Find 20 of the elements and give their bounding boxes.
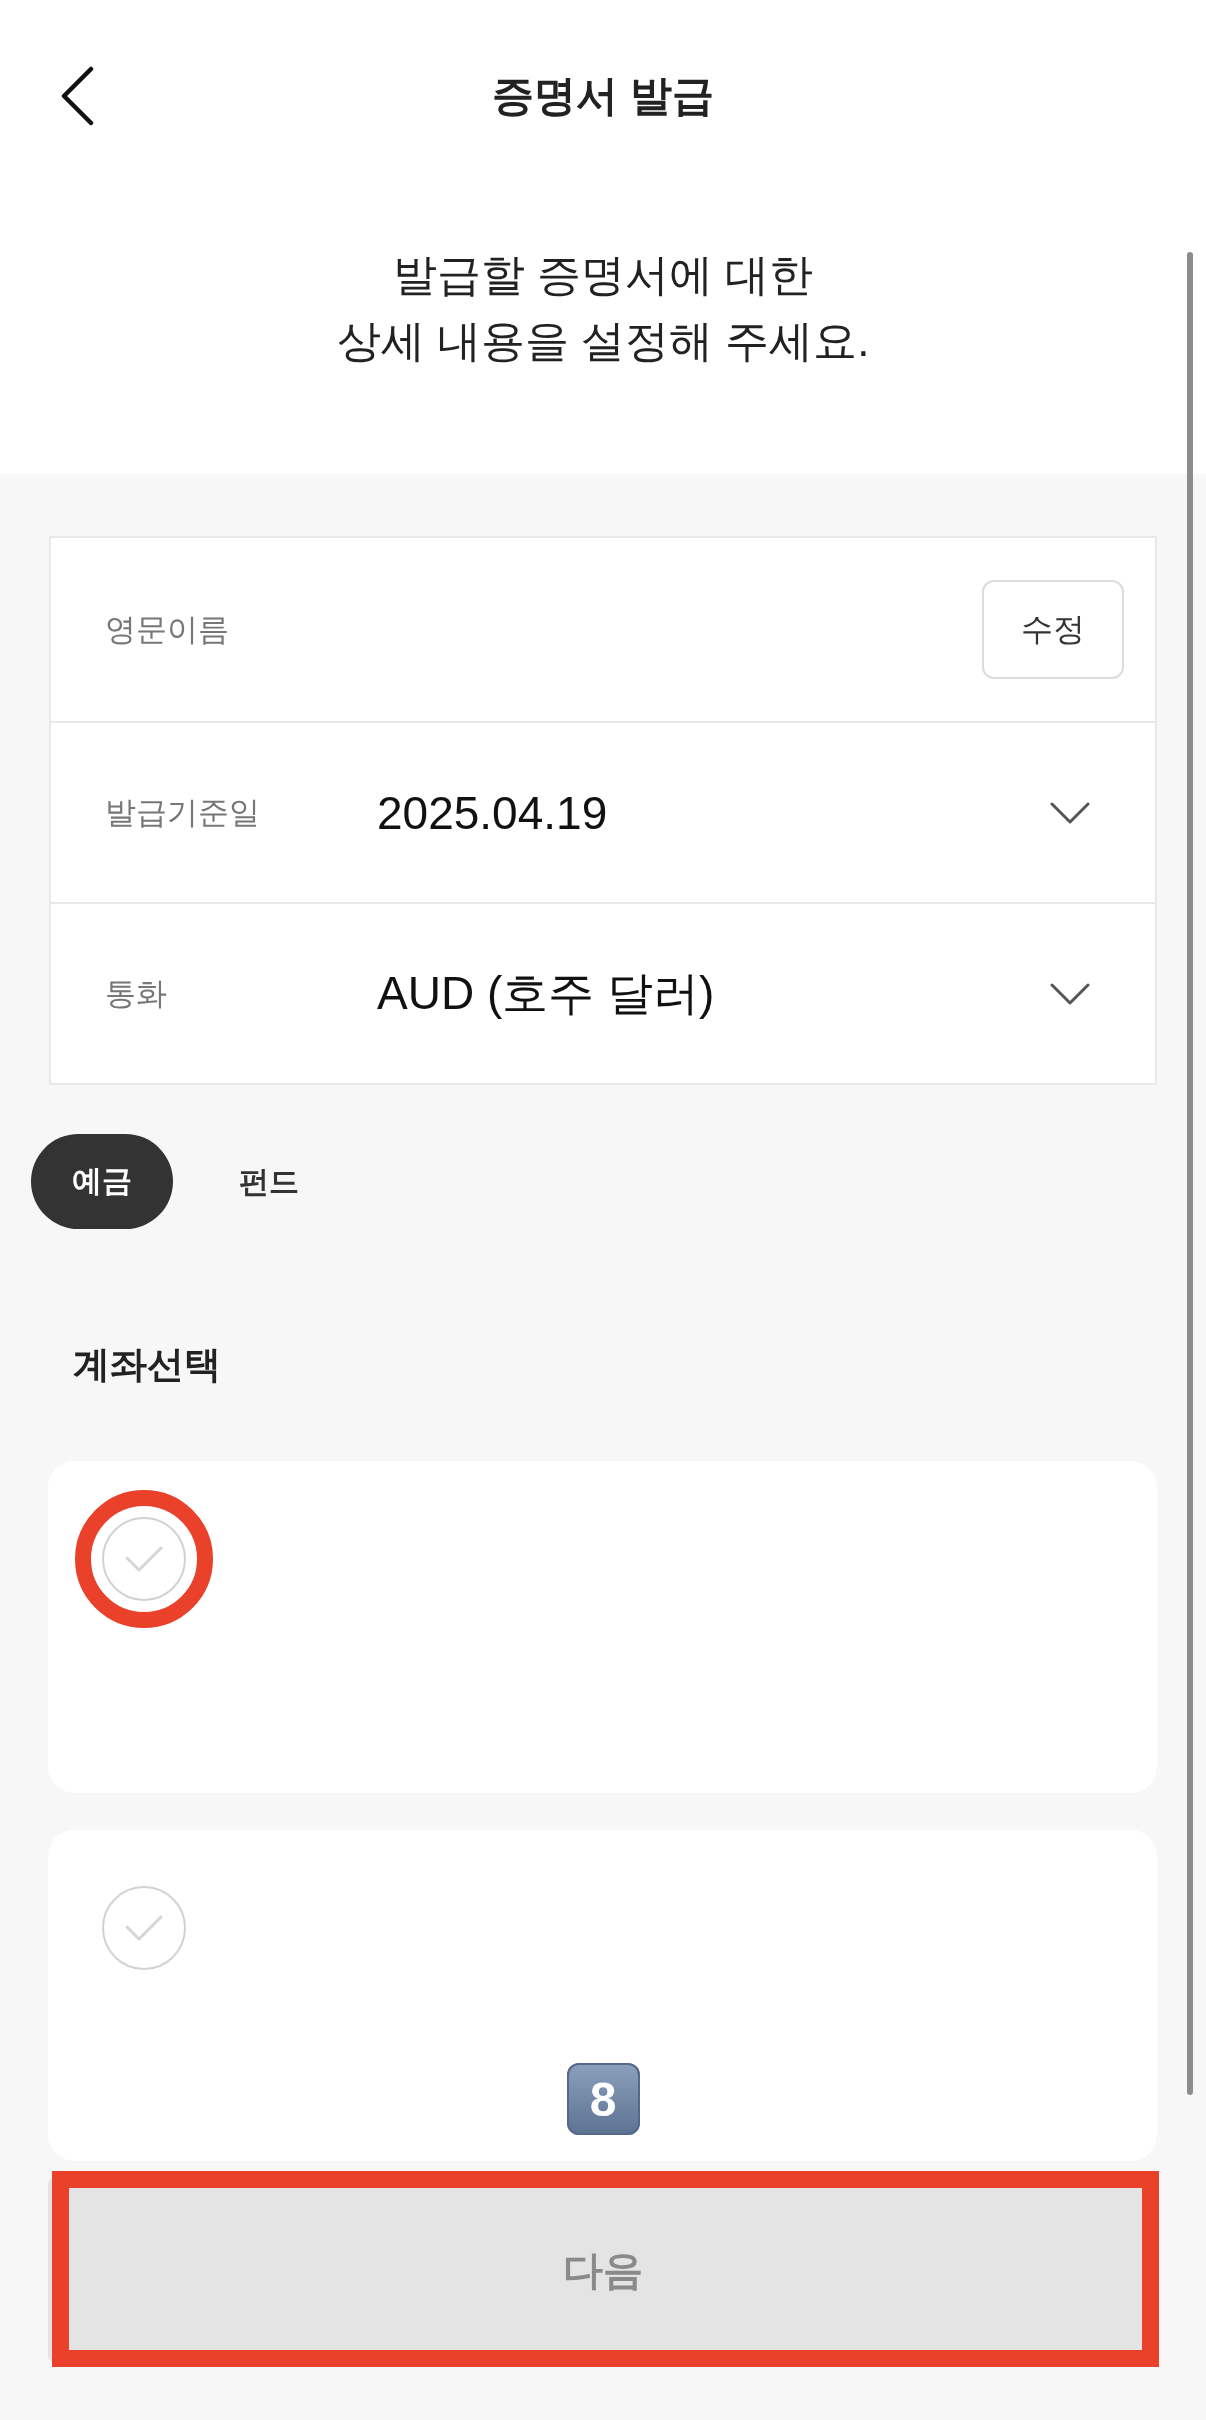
- account-card[interactable]: 8: [48, 1830, 1157, 2161]
- check-icon: [124, 1914, 164, 1942]
- number-badge: 8: [566, 2063, 640, 2135]
- checkbox[interactable]: [102, 1517, 186, 1601]
- dropdown[interactable]: 2025.04.19: [377, 757, 1124, 868]
- chevron-down-icon: [1050, 800, 1090, 825]
- field-label: 영문이름: [105, 610, 230, 649]
- field-label: 발급기준일: [105, 793, 261, 832]
- back-button[interactable]: [60, 66, 94, 126]
- page-title: 증명서 발급: [492, 71, 714, 121]
- check-icon: [124, 1545, 164, 1573]
- dropdown[interactable]: AUD (호주 달러): [377, 938, 1124, 1049]
- tab[interactable]: 펀드: [239, 1161, 299, 1202]
- tab[interactable]: 예금: [31, 1134, 173, 1229]
- chevron-left-icon: [60, 66, 94, 126]
- chevron-down-icon: [1050, 981, 1090, 1006]
- edit-button[interactable]: 수정: [982, 580, 1124, 679]
- section-heading: 계좌선택: [73, 1343, 221, 1387]
- instruction-text: 발급할 증명서에 대한 상세 내용을 설정해 주세요.: [336, 249, 870, 367]
- field-label: 통화: [105, 974, 168, 1013]
